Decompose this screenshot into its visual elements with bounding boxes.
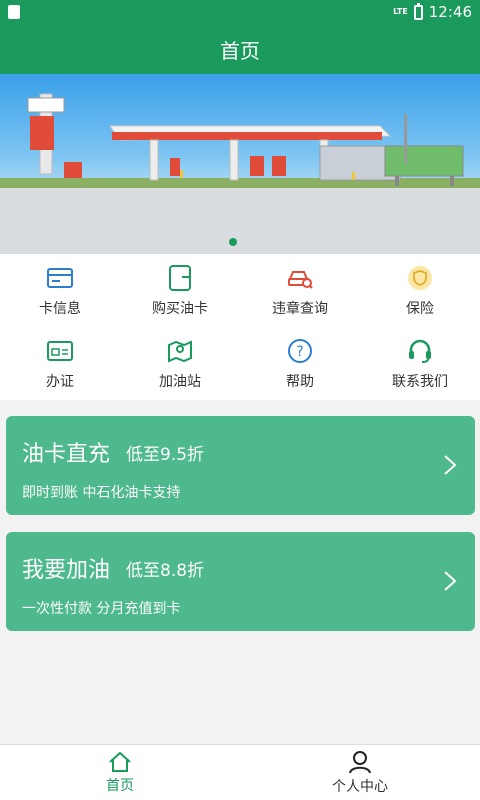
battery-icon [413,2,423,20]
network-type: LTE [393,7,408,16]
wallet-icon [166,264,194,292]
grid-item-buy-card[interactable]: 购买油卡 [120,254,240,327]
grid-item-card-info[interactable]: 卡信息 [0,254,120,327]
shield-icon [406,264,434,292]
app-bar: 首页 [0,24,480,74]
carousel-dot-2[interactable] [243,238,251,246]
grid-item-label: 办证 [46,373,74,390]
grid-item-insurance[interactable]: 保险 [360,254,480,327]
card-discount: 低至8.8折 [126,561,205,581]
card-icon [46,264,74,292]
card-title: 油卡直充 [22,442,111,467]
car-search-icon [286,264,314,292]
svg-text:?: ? [296,344,303,360]
grid-item-label: 保险 [406,300,434,317]
grid-item-license[interactable]: 办证 [0,327,120,400]
tab-label: 首页 [106,778,134,794]
grid-item-help[interactable]: ? 帮助 [240,327,360,400]
grid-item-label: 联系我们 [392,373,448,390]
tab-home[interactable]: 首页 [0,745,240,800]
status-time: 12:46 [428,3,472,21]
carousel-dot-1[interactable] [229,238,237,246]
promo-card-refuel[interactable]: 我要加油 低至8.8折 一次性付款 分月充值到卡 [6,532,475,631]
grid-item-label: 帮助 [286,373,314,390]
grid-item-label: 购买油卡 [152,300,208,317]
grid-item-label: 加油站 [159,373,201,390]
carousel-indicator [0,238,480,246]
card-discount: 低至9.5折 [126,445,205,465]
page-title: 首页 [220,38,260,63]
headset-icon [406,337,434,365]
grid-item-contact[interactable]: 联系我们 [360,327,480,400]
tab-label: 个人中心 [332,779,388,795]
chevron-right-icon [444,455,457,475]
promo-card-card-recharge[interactable]: 油卡直充 低至9.5折 即时到账 中石化油卡支持 [6,416,475,515]
banner-carousel[interactable] [0,74,480,254]
card-subtitle: 即时到账 中石化油卡支持 [22,485,181,501]
feature-grid: 卡信息 购买油卡 违章查询 保险 办证 加油站 ? 帮助 联系我们 [0,254,480,400]
help-icon: ? [286,337,314,365]
home-icon [109,751,131,772]
id-card-icon [46,337,74,365]
card-title: 我要加油 [22,558,111,583]
status-bar: LTE 12:46 [0,0,480,24]
map-location-icon [166,337,194,365]
sim-card-icon [8,5,20,19]
chevron-right-icon [444,571,457,591]
bottom-tab-bar: 首页 个人中心 [0,744,480,800]
user-icon [349,751,371,774]
gas-station-image [0,93,480,254]
tab-profile[interactable]: 个人中心 [240,745,480,800]
grid-item-violation-query[interactable]: 违章查询 [240,254,360,327]
grid-item-gas-station[interactable]: 加油站 [120,327,240,400]
grid-item-label: 卡信息 [39,300,81,317]
grid-item-label: 违章查询 [272,300,328,317]
card-subtitle: 一次性付款 分月充值到卡 [22,601,181,617]
